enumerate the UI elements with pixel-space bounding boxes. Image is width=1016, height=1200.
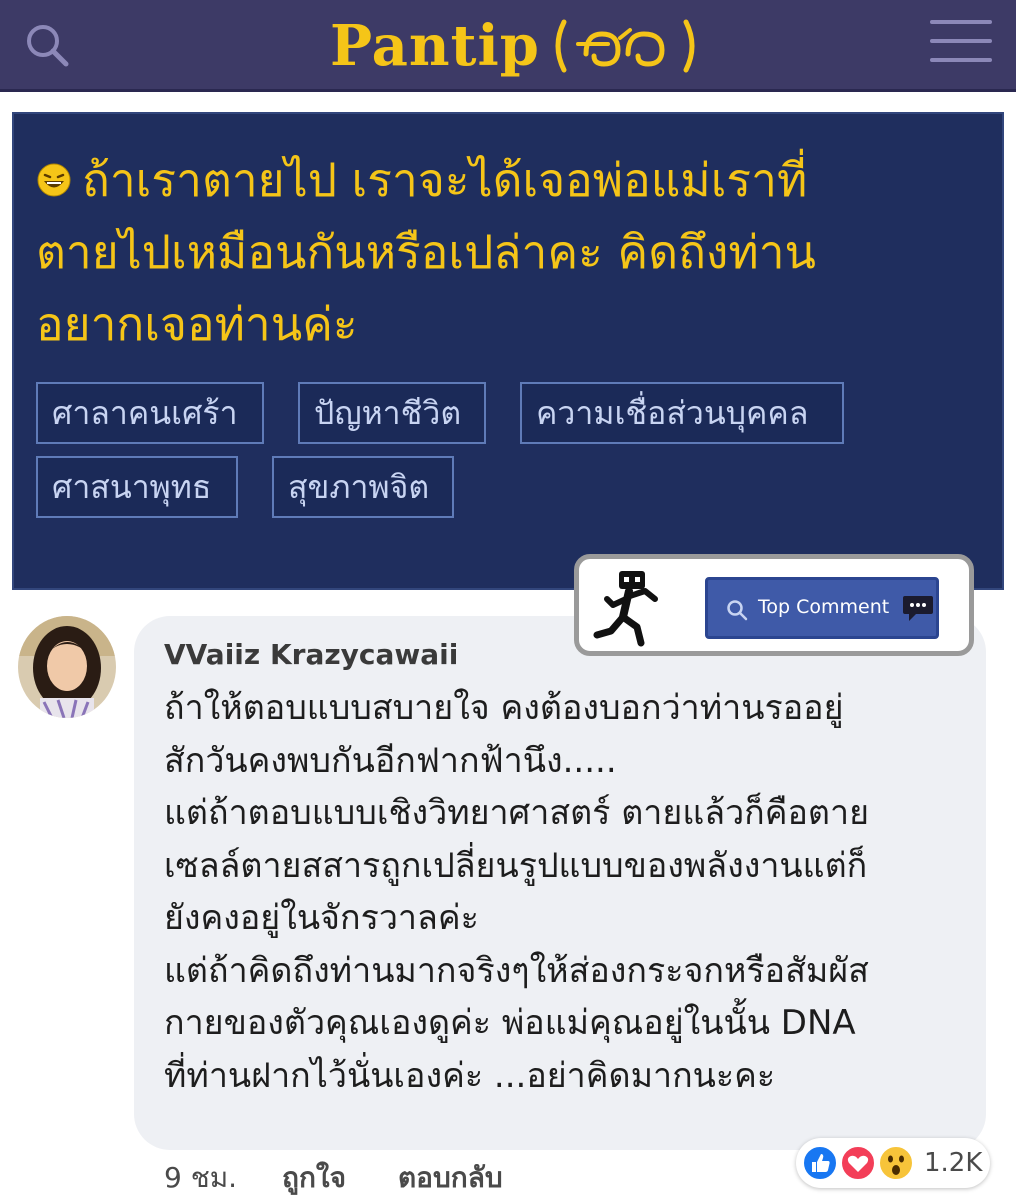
top-comment-label: Top Comment [758,596,890,618]
top-navigation-bar: Pantip [0,0,1016,92]
tag-sukkhaphap-chit[interactable]: สุขภาพจิต [272,456,454,518]
comment-line: กายของตัวคุณเองดูค่ะ พ่อแม่คุณอยู่ในนั้น… [164,1003,856,1043]
logo-text: Pantip [330,13,540,79]
like-link[interactable]: ถูกใจ [282,1156,346,1200]
love-icon [840,1145,876,1181]
comment-line: เซลล์ตายสสารถูกเปลี่ยนรูปแบบของพลังงานแต… [164,845,868,886]
pantip-logo[interactable]: Pantip [330,8,700,84]
chat-bubble-icon [903,596,933,621]
topic-title-line: ถ้าเราตายไป เราจะได้เจอพ่อแม่เราที่ [82,153,808,207]
comment-line: แต่ถ้าตอบแบบเชิงวิทยาศาสตร์ ตายแล้วก็คือ… [164,793,870,833]
running-robot-icon [593,571,658,647]
topic-title[interactable]: ถ้าเราตายไป เราจะได้เจอพ่อแม่เราที่ ตายไ… [36,144,986,360]
top-comment-badge: Top Comment [574,554,974,656]
hamburger-menu-icon[interactable] [930,18,992,64]
reaction-count: 1.2K [924,1148,983,1178]
tag-panha-chiwit[interactable]: ปัญหาชีวิต [298,382,486,444]
tag-sala-khon-sao[interactable]: ศาลาคนเศร้า [36,382,264,444]
comment-line: ที่ท่านฝากไว้นั่นเองค่ะ ...อย่าคิดมากนะค… [164,1055,776,1096]
topic-title-line: ตายไปเหมือนกันหรือเปล่าคะ คิดถึงท่าน [36,225,816,279]
comment-line: ถ้าให้ตอบแบบสบายใจ คงต้องบอกว่าท่านรออยู… [164,688,844,728]
wow-icon [878,1145,914,1181]
search-icon[interactable] [24,22,72,70]
logo-mark-icon [555,19,695,73]
comment-author[interactable]: VVaiiz Krazycawaii [164,638,458,671]
comment-timestamp: 9 ชม. [164,1161,238,1194]
comment-line: สักวันคงพบกันอีกฟากฟ้านึง..... [164,740,617,781]
search-icon [727,600,748,621]
like-icon [802,1145,838,1181]
tag-satsana-phut[interactable]: ศาสนาพุทธ [36,456,238,518]
avatar[interactable] [18,616,116,718]
laughing-emoji-icon [37,163,71,197]
tag-khwam-chuea[interactable]: ความเชื่อส่วนบุคคล [520,382,844,444]
reactions-summary[interactable]: 1.2K [796,1138,990,1188]
top-comment-button[interactable]: Top Comment [705,577,939,639]
comment-line: แต่ถ้าคิดถึงท่านมากจริงๆให้ส่องกระจกหรือ… [164,950,869,991]
reply-link[interactable]: ตอบกลับ [398,1156,503,1200]
topic-title-line: อยากเจอท่านค่ะ [36,297,358,351]
topic-box: ถ้าเราตายไป เราจะได้เจอพ่อแม่เราที่ ตายไ… [12,112,1004,590]
comment-line: ยังคงอยู่ในจักรวาลค่ะ [164,898,479,938]
comment-text: ถ้าให้ตอบแบบสบายใจ คงต้องบอกว่าท่านรออยู… [164,682,974,1102]
